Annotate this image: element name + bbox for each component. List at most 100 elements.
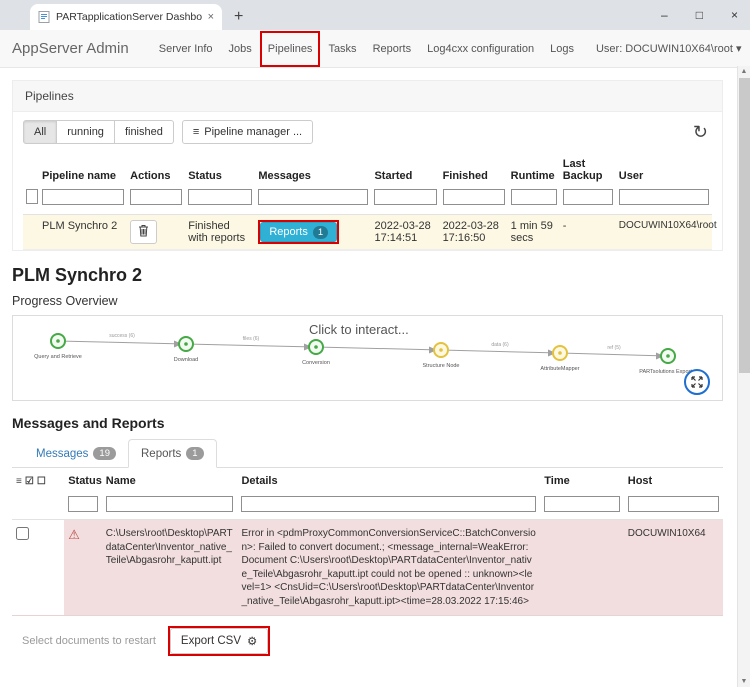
maximize-button[interactable]: □: [696, 8, 703, 22]
col-user[interactable]: User: [616, 154, 712, 186]
filter-all-button[interactable]: All: [23, 120, 57, 144]
trash-icon: [138, 225, 149, 240]
annotation-reports-button: Reports 1: [258, 220, 339, 244]
minimize-button[interactable]: –: [661, 8, 668, 22]
user-menu-label: User: DOCUWIN10X64\root: [596, 43, 733, 55]
col-report-name[interactable]: Name: [102, 468, 238, 494]
report-row[interactable]: ⚠ C:\Users\root\Desktop\PARTdataCenter\I…: [12, 520, 723, 616]
refresh-icon[interactable]: ↻: [693, 122, 712, 143]
tab-title: PARTapplicationServer Dashboar: [56, 11, 202, 23]
tab-reports[interactable]: Reports 1: [128, 439, 217, 468]
report-details-cell: Error in <pdmProxyCommonConversionServic…: [241, 527, 536, 608]
col-report-details[interactable]: Details: [237, 468, 540, 494]
hamburger-icon[interactable]: ≡: [16, 476, 22, 487]
filter-actions-input[interactable]: [130, 189, 182, 205]
user-menu[interactable]: User: DOCUWIN10X64\root ▾: [596, 42, 742, 55]
filter-running-button[interactable]: running: [57, 120, 115, 144]
nav-item-log4cxx[interactable]: Log4cxx configuration: [419, 31, 542, 67]
new-tab-button[interactable]: +: [234, 8, 243, 26]
edge-label: data (6): [491, 342, 509, 348]
click-to-interact-hint: Click to interact...: [309, 322, 409, 337]
reports-filter-row: [12, 494, 723, 520]
col-report-host[interactable]: Host: [624, 468, 723, 494]
col-report-status[interactable]: Status: [64, 468, 102, 494]
filter-user-input[interactable]: [619, 189, 709, 205]
list-icon: ≡: [193, 126, 199, 138]
pipeline-manager-button[interactable]: ≡ Pipeline manager ...: [182, 120, 313, 144]
tab-messages[interactable]: Messages 19: [24, 439, 128, 468]
expand-icon[interactable]: [690, 375, 704, 389]
progress-overview-label: Progress Overview: [12, 294, 723, 308]
window-close-button[interactable]: ×: [731, 8, 738, 22]
app-navbar: AppServer Admin Server Info Jobs Pipelin…: [0, 30, 750, 68]
filter-finished-button[interactable]: finished: [115, 120, 174, 144]
col-last-backup[interactable]: Last Backup: [560, 154, 616, 186]
messages-reports-title: Messages and Reports: [12, 415, 723, 431]
filter-messages-input[interactable]: [258, 189, 368, 205]
pipeline-flow-diagram[interactable]: success (6) files (6) data (6) ref (5) Q…: [12, 315, 723, 401]
nav-item-server-info[interactable]: Server Info: [151, 31, 221, 67]
browser-tab[interactable]: PARTapplicationServer Dashboar ×: [30, 4, 222, 30]
col-pipeline-name[interactable]: Pipeline name: [39, 154, 127, 186]
filter-report-host-input[interactable]: [628, 496, 719, 512]
nav-item-tasks[interactable]: Tasks: [320, 31, 364, 67]
nav-item-reports[interactable]: Reports: [365, 31, 420, 67]
chevron-down-icon: ▾: [736, 43, 742, 55]
filter-runtime-input[interactable]: [511, 189, 557, 205]
filter-started-input[interactable]: [374, 189, 436, 205]
col-finished[interactable]: Finished: [440, 154, 508, 186]
deselect-all-icon[interactable]: ☐: [37, 476, 46, 487]
page-content: Pipelines All running finished ≡ Pipelin…: [0, 68, 737, 656]
filter-report-status-input[interactable]: [68, 496, 98, 512]
annotation-export-button: Export CSV ⚙: [168, 626, 270, 656]
pipeline-detail-title: PLM Synchro 2: [12, 265, 723, 286]
scroll-up-icon[interactable]: ▲: [738, 68, 750, 75]
node-label: Query and Retrieve: [34, 354, 82, 360]
report-name-cell: C:\Users\root\Desktop\PARTdataCenter\Inv…: [106, 527, 234, 568]
filter-last-backup-input[interactable]: [563, 189, 613, 205]
filter-finished-input[interactable]: [443, 189, 505, 205]
filter-report-name-input[interactable]: [106, 496, 234, 512]
tab-close-icon[interactable]: ×: [208, 11, 214, 23]
pipelines-panel: Pipelines All running finished ≡ Pipelin…: [12, 80, 723, 251]
report-row-checkbox[interactable]: [16, 527, 29, 540]
reports-footer: Select documents to restart Export CSV ⚙: [22, 626, 723, 656]
scrollbar-thumb[interactable]: [739, 78, 750, 373]
pipelines-panel-body: All running finished ≡ Pipeline manager …: [13, 112, 722, 250]
scroll-down-icon[interactable]: ▼: [738, 678, 750, 685]
col-messages[interactable]: Messages: [255, 154, 371, 186]
page-scrollbar[interactable]: ▲ ▼: [737, 66, 750, 687]
favicon-icon: [38, 11, 50, 23]
pipeline-started-cell: 2022-03-28 17:14:51: [371, 215, 439, 250]
filter-pipeline-name-input[interactable]: [42, 189, 124, 205]
select-all-icon[interactable]: ☑: [25, 476, 34, 487]
filter-report-time-input[interactable]: [544, 496, 620, 512]
pipeline-finished-cell: 2022-03-28 17:16:50: [440, 215, 508, 250]
col-actions[interactable]: Actions: [127, 154, 185, 186]
filter-report-details-input[interactable]: [241, 496, 536, 512]
browser-tab-bar: PARTapplicationServer Dashboar × + – □ ×: [0, 0, 750, 30]
restart-hint: Select documents to restart: [22, 635, 156, 647]
filter-status-input[interactable]: [188, 189, 252, 205]
delete-pipeline-button[interactable]: [130, 220, 157, 244]
reports-table: ≡ ☑ ☐ Status Name Details Time Host: [12, 468, 723, 616]
nav-item-jobs[interactable]: Jobs: [221, 31, 260, 67]
pipeline-row[interactable]: PLM Synchro 2 Finished with reports: [23, 215, 712, 250]
messages-reports-tabs: Messages 19 Reports 1: [12, 439, 723, 468]
pipeline-user-cell: DOCUWIN10X64\root: [616, 215, 712, 250]
export-csv-button[interactable]: Export CSV ⚙: [170, 628, 268, 654]
reports-button[interactable]: Reports 1: [260, 222, 337, 242]
nav-item-logs[interactable]: Logs: [542, 31, 582, 67]
col-report-time[interactable]: Time: [540, 468, 624, 494]
report-host-cell: DOCUWIN10X64: [628, 527, 719, 541]
warning-icon: ⚠: [68, 527, 80, 542]
col-started[interactable]: Started: [371, 154, 439, 186]
col-runtime[interactable]: Runtime: [508, 154, 560, 186]
nav-item-pipelines[interactable]: Pipelines: [260, 31, 321, 67]
pipeline-runtime-cell: 1 min 59 secs: [508, 215, 560, 250]
node-label: Structure Node: [423, 363, 460, 369]
col-status[interactable]: Status: [185, 154, 255, 186]
select-all-box[interactable]: [26, 189, 38, 204]
edge-label: files (6): [243, 336, 260, 342]
node-label: AttributeMapper: [540, 366, 579, 372]
